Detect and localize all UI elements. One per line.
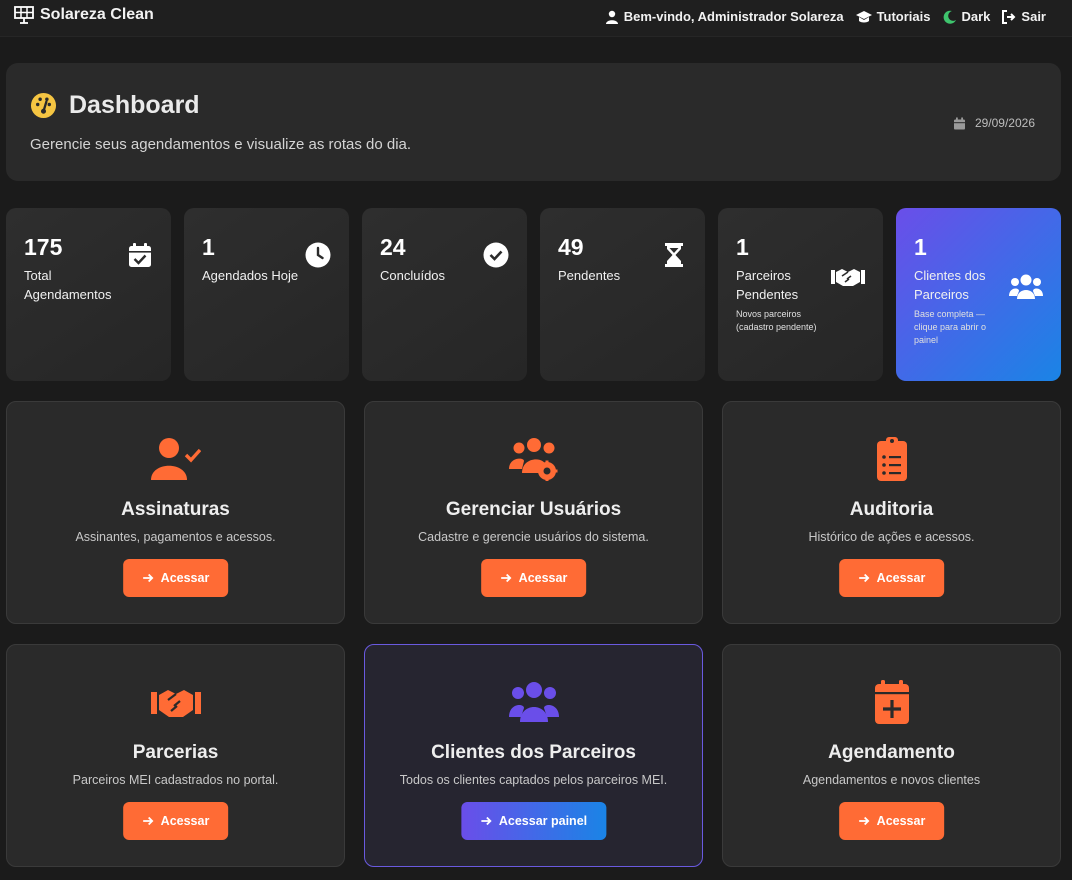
users-icon: [508, 682, 559, 722]
clock-icon: [305, 242, 331, 268]
card-gerenciar-usuarios: Gerenciar Usuários Cadastre e gerencie u…: [364, 401, 703, 624]
brand[interactable]: Solareza Clean: [14, 6, 154, 24]
theme-label: Dark: [961, 9, 991, 24]
stat-label: Pendentes: [558, 268, 621, 283]
stat-label: Clientes dos Parceiros: [914, 268, 986, 302]
date-display: 29/09/2026: [953, 116, 1035, 130]
user-check-icon: [150, 438, 201, 480]
usuarios-access-button[interactable]: Acessar: [480, 559, 587, 597]
arrow-right-icon: [858, 573, 869, 583]
stat-clientes-dos-parceiros[interactable]: 1 Clientes dos Parceiros Base completa —…: [896, 208, 1061, 381]
handshake-icon: [150, 690, 201, 717]
tutorials-label: Tutoriais: [876, 9, 931, 24]
card-assinaturas: Assinaturas Assinantes, pagamentos e ace…: [6, 401, 345, 624]
logout-link[interactable]: Sair: [1002, 9, 1046, 24]
hourglass-icon: [665, 243, 683, 267]
stat-agendados-hoje: 1 Agendados Hoje: [184, 208, 349, 381]
card-description: Cadastre e gerencie usuários do sistema.: [418, 530, 649, 544]
card-title: Clientes dos Parceiros: [431, 742, 636, 763]
users-cog-icon: [508, 438, 557, 481]
card-auditoria: Auditoria Histórico de ações e acessos. …: [722, 401, 1061, 624]
theme-toggle[interactable]: Dark: [943, 9, 991, 24]
brand-name: Solareza Clean: [40, 6, 154, 23]
top-navbar: Solareza Clean Bem-vindo, Administrador …: [0, 0, 1072, 37]
card-description: Todos os clientes captados pelos parceir…: [399, 773, 668, 787]
stat-note: Base completa — clique para abrir o pain…: [914, 309, 987, 345]
sign-out-icon: [1002, 9, 1016, 24]
handshake-icon: [831, 269, 865, 286]
card-title: Parcerias: [132, 742, 219, 763]
card-description: Histórico de ações e acessos.: [808, 530, 975, 544]
stat-label: Parceiros Pendentes: [736, 268, 799, 302]
parcerias-access-button[interactable]: Acessar: [122, 802, 229, 840]
button-label: Acessar painel: [498, 814, 588, 828]
card-clientes-dos-parceiros: Clientes dos Parceiros Todos os clientes…: [364, 644, 703, 867]
card-parcerias: Parcerias Parceiros MEI cadastrados no p…: [6, 644, 345, 867]
card-description: Assinantes, pagamentos e acessos.: [75, 530, 276, 544]
clientes-access-panel-button[interactable]: Acessar painel: [460, 802, 607, 840]
assinaturas-access-button[interactable]: Acessar: [122, 559, 229, 597]
button-label: Acessar: [160, 814, 210, 828]
card-title: Gerenciar Usuários: [445, 499, 622, 520]
card-title: Auditoria: [849, 499, 934, 520]
tutorials-link[interactable]: Tutoriais: [855, 9, 931, 24]
button-label: Acessar: [876, 814, 926, 828]
auditoria-access-button[interactable]: Acessar: [838, 559, 945, 597]
calendar-plus-icon: [874, 680, 909, 724]
users-icon: [1009, 274, 1043, 299]
stat-total-agendamentos: 175 Total Agendamentos: [6, 208, 171, 381]
card-title: Agendamento: [828, 742, 955, 763]
stat-pendentes: 49 Pendentes: [540, 208, 705, 381]
logout-label: Sair: [1021, 9, 1046, 24]
agendamento-access-button[interactable]: Acessar: [838, 802, 945, 840]
card-description: Parceiros MEI cadastrados no portal.: [72, 773, 279, 787]
button-label: Acessar: [876, 571, 926, 585]
card-description: Agendamentos e novos clientes: [802, 773, 981, 787]
check-circle-icon: [483, 242, 509, 268]
stat-label: Total Agendamentos: [24, 268, 112, 302]
stat-value: 1: [914, 234, 927, 260]
card-agendamento: Agendamento Agendamentos e novos cliente…: [722, 644, 1061, 867]
page-title: Dashboard: [30, 91, 200, 120]
stat-parceiros-pendentes: 1 Parceiros Pendentes Novos parceiros (c…: [718, 208, 883, 381]
card-title: Assinaturas: [121, 499, 230, 520]
dashboard-header: Dashboard Gerencie seus agendamentos e v…: [6, 63, 1061, 181]
stat-label: Agendados Hoje: [202, 268, 299, 283]
clipboard-list-icon: [876, 437, 907, 481]
calendar-icon: [953, 117, 965, 129]
page-subtitle: Gerencie seus agendamentos e visualize a…: [30, 136, 412, 153]
arrow-right-icon: [142, 816, 153, 826]
page-title-text: Dashboard: [69, 91, 200, 119]
arrow-right-icon: [858, 816, 869, 826]
stat-label: Concluídos: [380, 268, 446, 283]
arrow-right-icon: [500, 573, 511, 583]
user-icon: [605, 10, 618, 24]
calendar-check-icon: [129, 243, 151, 267]
stat-concluidos: 24 Concluídos: [362, 208, 527, 381]
stat-note: Novos parceiros (cadastro pendente): [736, 309, 817, 332]
moon-icon: [943, 10, 956, 24]
tachometer-icon: [30, 92, 57, 119]
solar-panel-icon: [14, 6, 34, 24]
button-label: Acessar: [518, 571, 568, 585]
graduation-cap-icon: [855, 10, 872, 22]
arrow-right-icon: [142, 573, 153, 583]
date-text: 29/09/2026: [974, 116, 1035, 130]
stat-value: 1: [736, 234, 749, 260]
button-label: Acessar: [160, 571, 210, 585]
arrow-right-icon: [480, 816, 492, 826]
welcome-user[interactable]: Bem-vindo, Administrador Solareza: [605, 9, 844, 24]
welcome-text: Bem-vindo, Administrador Solareza: [623, 9, 844, 24]
